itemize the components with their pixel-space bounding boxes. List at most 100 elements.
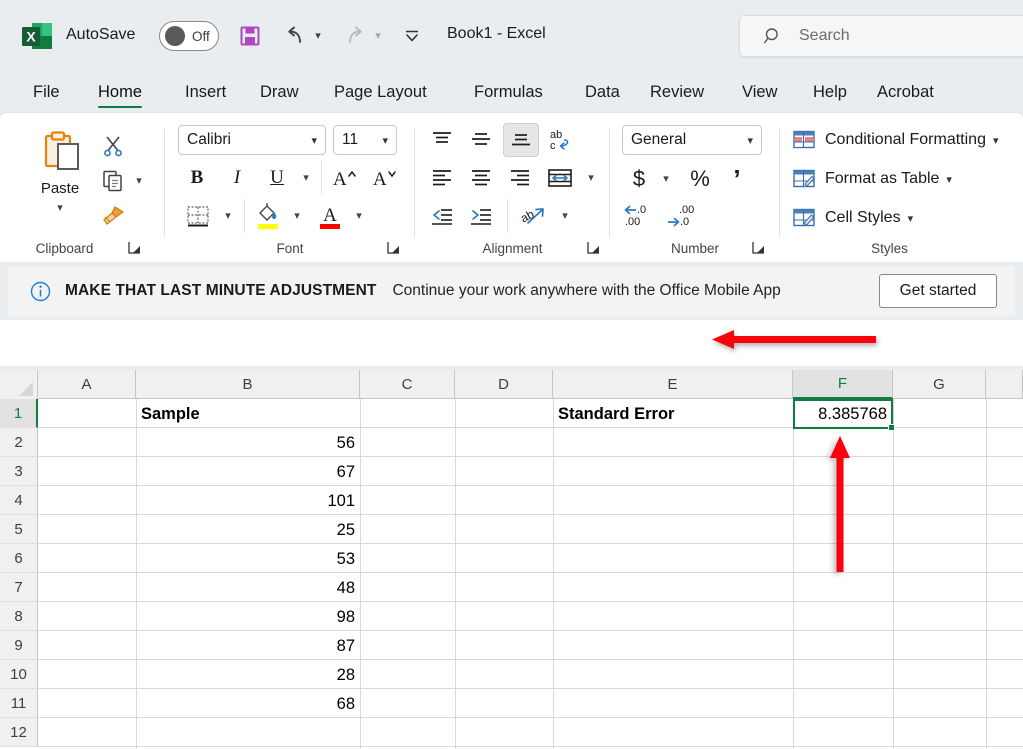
cell-styles-button[interactable]: Cell Styles ▾ [792, 207, 913, 229]
cut-button[interactable] [98, 131, 128, 161]
tab-formulas[interactable]: Formulas [467, 72, 550, 112]
orientation-dropdown-chevron-icon[interactable]: ▾ [555, 201, 575, 231]
row-header-5[interactable]: 5 [0, 515, 38, 544]
undo-dropdown-chevron-icon[interactable]: ▾ [310, 22, 326, 50]
customize-qat-icon[interactable] [400, 22, 424, 50]
row-header-7[interactable]: 7 [0, 573, 38, 602]
increase-indent-button[interactable] [464, 201, 498, 231]
autosave-toggle[interactable]: Off [159, 21, 219, 51]
merge-dropdown-chevron-icon[interactable]: ▾ [581, 163, 601, 193]
tab-review[interactable]: Review [643, 72, 711, 112]
tab-home[interactable]: Home [91, 72, 149, 112]
borders-button[interactable] [181, 201, 215, 231]
tab-help[interactable]: Help [806, 72, 854, 112]
align-bottom-button[interactable] [503, 123, 539, 157]
increase-font-size-button[interactable]: A [327, 163, 361, 193]
cell-B10[interactable]: 28 [137, 661, 359, 689]
decrease-indent-button[interactable] [425, 201, 459, 231]
row-header-9[interactable]: 9 [0, 631, 38, 660]
accounting-format-button[interactable]: $ [624, 163, 654, 195]
cell-B3[interactable]: 67 [137, 458, 359, 486]
accounting-dropdown-chevron-icon[interactable]: ▾ [656, 165, 676, 193]
search-input[interactable]: Search [739, 15, 1023, 57]
cell-B7[interactable]: 48 [137, 574, 359, 602]
wrap-text-button[interactable]: ab c [545, 125, 581, 155]
cell-B6[interactable]: 53 [137, 545, 359, 573]
copy-button[interactable] [98, 166, 128, 196]
font-size-value: 11 [342, 131, 382, 149]
cell-B4[interactable]: 101 [137, 487, 359, 515]
align-center-button[interactable] [464, 163, 498, 193]
row-header-4[interactable]: 4 [0, 486, 38, 515]
paste-dropdown-chevron-icon[interactable]: ▾ [57, 203, 63, 214]
column-header-c[interactable]: C [360, 370, 455, 398]
cell-B5[interactable]: 25 [137, 516, 359, 544]
fill-handle[interactable] [888, 424, 895, 431]
tab-data[interactable]: Data [578, 72, 627, 112]
fill-color-dropdown-chevron-icon[interactable]: ▾ [287, 201, 307, 231]
number-format-combo[interactable]: General ▾ [622, 125, 762, 155]
alignment-dialog-launcher[interactable] [587, 241, 600, 257]
cell-B9[interactable]: 87 [137, 632, 359, 660]
row-header-6[interactable]: 6 [0, 544, 38, 573]
clipboard-dialog-launcher[interactable] [128, 241, 141, 257]
underline-dropdown-chevron-icon[interactable]: ▾ [296, 163, 316, 193]
save-icon[interactable] [235, 22, 265, 50]
row-header-12[interactable]: 12 [0, 718, 38, 747]
column-header-h[interactable] [986, 370, 1023, 398]
row-header-8[interactable]: 8 [0, 602, 38, 631]
format-painter-button[interactable] [98, 201, 128, 231]
font-color-dropdown-chevron-icon[interactable]: ▾ [349, 201, 369, 231]
cell-E1[interactable]: Standard Error [554, 400, 792, 428]
percent-format-button[interactable]: % [684, 163, 716, 195]
tab-page-layout[interactable]: Page Layout [327, 72, 434, 112]
column-header-d[interactable]: D [455, 370, 553, 398]
cell-B1[interactable]: Sample [137, 400, 359, 428]
tab-acrobat[interactable]: Acrobat [870, 72, 941, 112]
row-header-10[interactable]: 10 [0, 660, 38, 689]
column-header-a[interactable]: A [38, 370, 136, 398]
paste-button[interactable]: Paste ▾ [24, 129, 96, 233]
select-all-corner[interactable] [0, 370, 38, 399]
tab-file[interactable]: File [26, 72, 67, 112]
tab-insert[interactable]: Insert [178, 72, 233, 112]
italic-button[interactable]: I [221, 163, 253, 193]
cell-B8[interactable]: 98 [137, 603, 359, 631]
decrease-font-size-button[interactable]: A [367, 163, 401, 193]
align-top-button[interactable] [425, 125, 459, 155]
align-right-button[interactable] [503, 163, 537, 193]
font-name-combo[interactable]: Calibri ▾ [178, 125, 326, 155]
font-color-button[interactable]: A [313, 199, 347, 233]
decrease-decimal-button[interactable]: .00 .0 [665, 201, 705, 233]
font-dialog-launcher[interactable] [387, 241, 400, 257]
row-header-3[interactable]: 3 [0, 457, 38, 486]
underline-button[interactable]: U [261, 163, 293, 193]
bold-button[interactable]: B [181, 163, 213, 193]
row-header-1[interactable]: 1 [0, 399, 38, 428]
borders-dropdown-chevron-icon[interactable]: ▾ [218, 201, 238, 231]
row-header-2[interactable]: 2 [0, 428, 38, 457]
merge-and-center-button[interactable] [543, 163, 577, 193]
tab-draw[interactable]: Draw [253, 72, 306, 112]
align-middle-button[interactable] [464, 125, 498, 155]
column-header-f[interactable]: F [793, 370, 893, 399]
undo-icon[interactable] [280, 22, 310, 50]
row-header-11[interactable]: 11 [0, 689, 38, 718]
tab-view[interactable]: View [735, 72, 784, 112]
orientation-button[interactable]: ab [515, 199, 551, 233]
increase-decimal-button[interactable]: .0 .00 [622, 201, 662, 233]
column-header-b[interactable]: B [136, 370, 360, 398]
cell-B11[interactable]: 68 [137, 690, 359, 718]
column-header-e[interactable]: E [553, 370, 793, 398]
conditional-formatting-button[interactable]: Conditional Formatting ▾ [792, 129, 999, 151]
comma-format-button[interactable]: ’ [722, 163, 752, 195]
align-left-button[interactable] [425, 163, 459, 193]
font-size-combo[interactable]: 11 ▾ [333, 125, 397, 155]
fill-color-button[interactable] [251, 199, 285, 233]
number-dialog-launcher[interactable] [752, 241, 765, 257]
column-header-g[interactable]: G [893, 370, 986, 398]
copy-dropdown-chevron-icon[interactable]: ▾ [131, 166, 147, 196]
format-as-table-button[interactable]: Format as Table ▾ [792, 168, 952, 190]
get-started-button[interactable]: Get started [879, 274, 997, 308]
cell-B2[interactable]: 56 [137, 429, 359, 457]
